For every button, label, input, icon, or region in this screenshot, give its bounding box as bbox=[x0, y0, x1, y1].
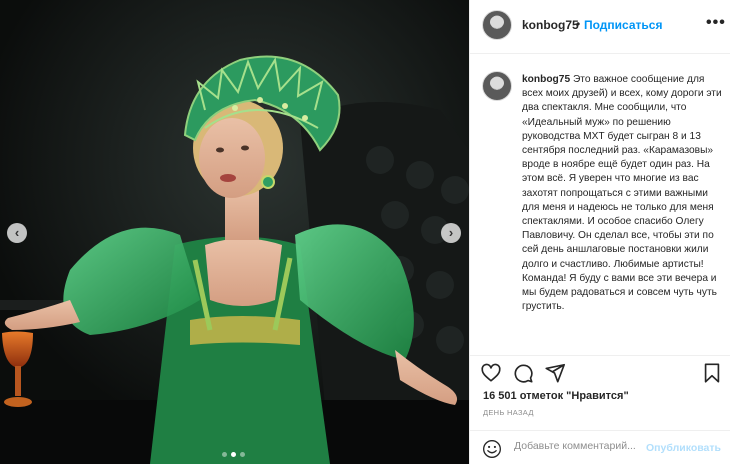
caption: konbog75 Это важное сообщение для всех м… bbox=[522, 73, 722, 314]
comment-input[interactable] bbox=[514, 440, 644, 452]
carousel-dot bbox=[222, 452, 227, 457]
chevron-left-icon: ‹ bbox=[14, 225, 20, 240]
caption-section: konbog75 Это важное сообщение для всех м… bbox=[470, 55, 730, 353]
post-header: konbog75 • Подписаться ••• bbox=[470, 0, 730, 54]
comment-icon[interactable] bbox=[512, 362, 534, 384]
avatar[interactable] bbox=[482, 10, 512, 40]
share-icon[interactable] bbox=[544, 362, 566, 384]
post-media[interactable]: ‹ › bbox=[0, 0, 469, 464]
post-timestamp[interactable]: ДЕНЬ НАЗАД bbox=[483, 408, 534, 417]
likes-count[interactable]: 16 501 отметок "Нравится" bbox=[483, 390, 629, 402]
more-options-button[interactable]: ••• bbox=[706, 14, 726, 32]
carousel-indicator bbox=[222, 452, 245, 457]
chevron-right-icon: › bbox=[448, 225, 454, 240]
post-panel: konbog75 • Подписаться ••• konbog75 Это … bbox=[469, 0, 730, 464]
carousel-dot-active bbox=[231, 452, 236, 457]
separator-dot: • bbox=[576, 17, 581, 31]
publish-button[interactable]: Опубликовать bbox=[646, 442, 721, 454]
carousel-dot bbox=[240, 452, 245, 457]
caption-text: Это важное сообщение для всех моих друзе… bbox=[522, 74, 722, 313]
carousel-prev-button[interactable]: ‹ bbox=[7, 223, 27, 243]
more-icon: ••• bbox=[706, 14, 726, 31]
heart-icon[interactable] bbox=[480, 362, 502, 384]
carousel-next-button[interactable]: › bbox=[441, 223, 461, 243]
post-photo bbox=[0, 0, 469, 464]
follow-button[interactable]: Подписаться bbox=[584, 18, 662, 32]
caption-avatar[interactable] bbox=[482, 71, 512, 101]
action-bar bbox=[470, 355, 730, 389]
username-link[interactable]: konbog75 bbox=[522, 18, 579, 32]
comment-bar: Опубликовать bbox=[470, 430, 730, 464]
caption-username[interactable]: konbog75 bbox=[522, 74, 570, 85]
emoji-icon[interactable] bbox=[482, 439, 502, 459]
bookmark-icon[interactable] bbox=[701, 362, 723, 384]
